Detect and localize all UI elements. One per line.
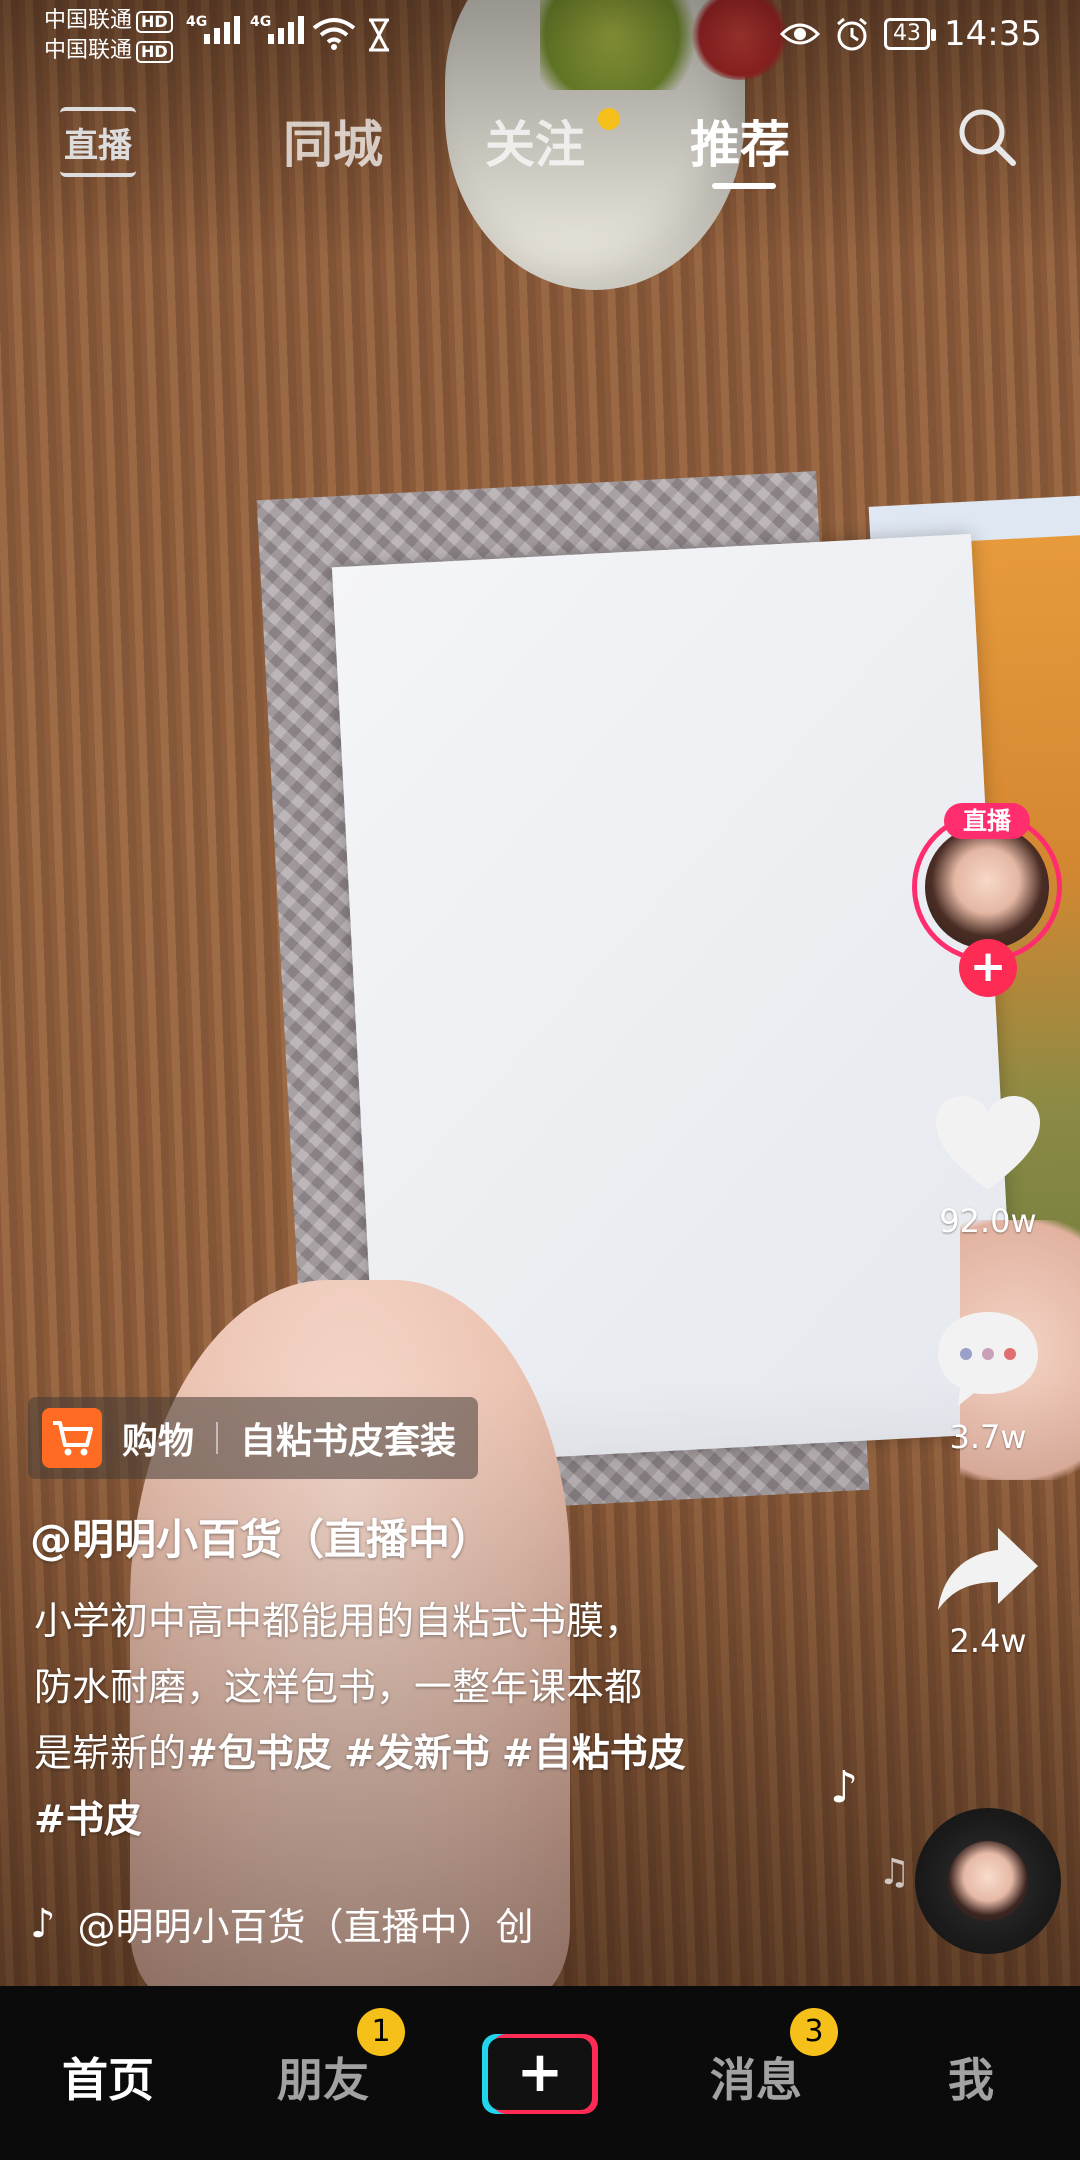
search-icon[interactable] — [955, 105, 1019, 169]
signal-icon-2 — [268, 16, 304, 44]
description-line-1: 小学初中高中都能用的自粘式书膜， — [34, 1599, 643, 1643]
carrier-info: 中国联通 HD 中国联通 HD — [44, 6, 173, 66]
nav-friends[interactable]: 朋友 — [277, 2044, 369, 2110]
comment-count: 3.7w — [949, 1418, 1027, 1456]
heart-icon — [936, 1096, 1040, 1190]
status-right: 43 14:35 — [780, 14, 1042, 54]
description-line-2: 防水耐磨，这样包书，一整年课本都 — [34, 1665, 643, 1709]
music-note-icon: ♪ — [830, 1762, 859, 1813]
like-button[interactable]: 92.0w — [928, 1092, 1048, 1240]
music-title: @明明小百货（直播中）创 — [77, 1905, 534, 1949]
post-description: 小学初中高中都能用的自粘式书膜， 防水耐磨，这样包书，一整年课本都 是崭新的#包… — [34, 1588, 794, 1852]
battery-icon: 43 — [884, 18, 937, 50]
hashtag[interactable]: #包书皮 — [186, 1731, 332, 1775]
carrier-2: 中国联通 — [44, 38, 133, 63]
messages-badge: 3 — [790, 2008, 838, 2056]
tab-recommend[interactable]: 推荐 — [690, 105, 790, 177]
shop-product-title: 自粘书皮套装 — [240, 1421, 457, 1462]
status-bar: 中国联通 HD 中国联通 HD 4G 4G 43 14:35 — [0, 0, 1080, 72]
nav-me[interactable]: 我 — [948, 2044, 994, 2110]
comment-button[interactable]: 3.7w — [928, 1306, 1048, 1456]
hd-badge: HD — [136, 11, 173, 33]
eye-icon — [780, 23, 821, 45]
hashtag[interactable]: #发新书 — [344, 1731, 490, 1775]
bottom-nav: 首页 朋友 1 + 消息 3 我 — [0, 1986, 1080, 2160]
tiktok-logo-icon: ♪ — [30, 1900, 56, 1947]
following-notification-dot — [598, 108, 620, 130]
active-tab-indicator — [712, 183, 776, 189]
shop-divider — [216, 1422, 219, 1454]
nav-messages[interactable]: 消息 — [710, 2044, 802, 2110]
top-nav: 直播 同城 关注 推荐 — [0, 95, 1080, 195]
hashtag[interactable]: #书皮 — [34, 1797, 142, 1841]
signal-icon — [204, 16, 240, 44]
creator-avatar[interactable]: 直播 + — [912, 803, 1062, 997]
hashtag[interactable]: #自粘书皮 — [502, 1731, 686, 1775]
live-badge: 直播 — [944, 803, 1030, 839]
hourglass-icon — [369, 18, 389, 52]
carrier-1: 中国联通 — [44, 8, 133, 33]
description-line-3: 是崭新的 — [34, 1731, 187, 1775]
create-button[interactable]: + — [482, 2034, 598, 2114]
music-disc[interactable] — [915, 1808, 1061, 1954]
wifi-icon — [312, 18, 356, 50]
music-disc-avatar — [948, 1841, 1028, 1921]
cart-icon — [53, 1421, 93, 1456]
cart-icon-box — [42, 1408, 102, 1468]
like-count: 92.0w — [939, 1202, 1037, 1240]
share-count: 2.4w — [949, 1622, 1027, 1660]
tab-local[interactable]: 同城 — [283, 105, 383, 177]
avatar-image — [925, 825, 1049, 949]
share-button[interactable]: 2.4w — [928, 1522, 1048, 1660]
shop-link[interactable]: 购物 自粘书皮套装 — [28, 1397, 479, 1479]
nav-home[interactable]: 首页 — [62, 2044, 154, 2110]
music-info[interactable]: ♪ @明明小百货（直播中）创 — [30, 1896, 568, 1951]
live-entry-icon[interactable]: 直播 — [60, 107, 136, 177]
alarm-icon — [837, 17, 867, 51]
plus-icon: + — [488, 2038, 592, 2110]
clock: 14:35 — [944, 14, 1042, 54]
hd-badge-2: HD — [136, 41, 173, 63]
author-name[interactable]: @明明小百货（直播中） — [30, 1506, 492, 1567]
share-arrow-icon — [938, 1528, 1038, 1610]
tab-following[interactable]: 关注 — [485, 105, 585, 177]
music-note-icon-2: ♫ — [878, 1852, 911, 1893]
comment-icon — [938, 1312, 1038, 1406]
follow-button[interactable]: + — [959, 939, 1017, 997]
friends-badge: 1 — [357, 2008, 405, 2056]
shop-label: 购物 — [122, 1421, 195, 1462]
